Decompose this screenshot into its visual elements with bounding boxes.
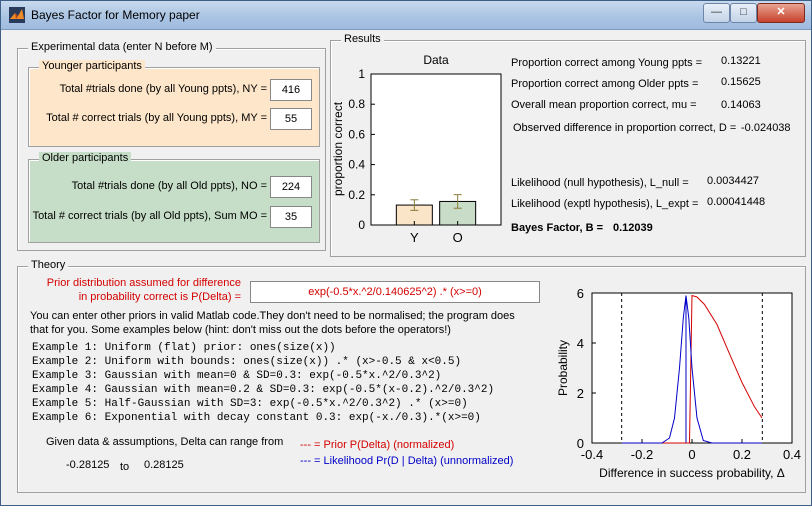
- bar-chart-axes-box: [370, 73, 502, 226]
- my-input[interactable]: 55: [270, 108, 312, 130]
- prior-expression-input[interactable]: exp(-0.5*x.^2/0.140625^2) .* (x>=0): [250, 281, 540, 303]
- bar-chart-ylabel: proportion correct: [331, 101, 345, 196]
- likelihood-expt-label: Likelihood (exptl hypothesis), L_expt =: [511, 198, 699, 210]
- bayes-factor-label: Bayes Factor, B =: [511, 222, 604, 234]
- observed-difference-value: -0.024038: [741, 122, 791, 134]
- older-proportion-value: 0.15625: [721, 76, 761, 88]
- experimental-data-title: Experimental data (enter N before M): [28, 41, 216, 53]
- plot-xtick-label: 0.4: [783, 447, 801, 462]
- likelihood-null-value: 0.0034427: [707, 175, 759, 187]
- theory-panel: Theory Prior distribution assumed for di…: [17, 259, 806, 493]
- older-participants-title: Older participants: [39, 152, 132, 164]
- plot-xtick-label: 0.2: [733, 447, 751, 462]
- maximize-button[interactable]: □: [730, 3, 757, 23]
- app-window: Bayes Factor for Memory paper — □ ✕ Expe…: [0, 0, 812, 506]
- bar-xtick-label: O: [453, 230, 463, 245]
- results-panel: Results Data proportion correct 0 0.2 0.4 0…: [330, 33, 806, 257]
- results-title: Results: [341, 33, 384, 45]
- example-3: Example 3: Gaussian with mean=0 & SD=0.3…: [32, 370, 442, 382]
- overall-mean-label: Overall mean proportion correct, mu =: [511, 99, 697, 111]
- example-6: Example 6: Exponential with decay consta…: [32, 412, 481, 424]
- range-to-label: to: [120, 461, 130, 473]
- range-min-value: -0.28125: [66, 459, 110, 471]
- older-proportion-label: Proportion correct among Older ppts =: [511, 78, 699, 90]
- plot-ylabel: Probability: [556, 340, 570, 396]
- younger-participants-title: Younger participants: [39, 60, 145, 72]
- bar-ytick-label: 0.6: [348, 127, 365, 141]
- probability-plot: 0246 -0.4 -0.2 0 0.2 0.4 Difference in succe…: [556, 286, 801, 480]
- example-1: Example 1: Uniform (flat) prior: ones(si…: [32, 342, 336, 354]
- bar-ytick-label: 0: [358, 218, 365, 232]
- title-bar: Bayes Factor for Memory paper — □ ✕: [1, 1, 811, 30]
- experimental-data-panel: Experimental data (enter N before M) You…: [17, 41, 326, 251]
- prior-label-line2: in probability correct is P(Delta) =: [78, 291, 241, 303]
- plot-ytick-label: 6: [577, 286, 584, 301]
- mo-label: Total # correct trials (by all Old ppts)…: [32, 210, 267, 222]
- no-label: Total #trials done (by all Old ppts), NO…: [71, 180, 267, 192]
- close-icon: ✕: [776, 6, 786, 18]
- likelihood-expt-value: 0.00041448: [707, 196, 766, 208]
- bayes-factor-value: 0.12039: [613, 222, 653, 234]
- help-line1: You can enter other priors in valid Matl…: [30, 310, 515, 322]
- ny-input[interactable]: 416: [270, 79, 312, 101]
- likelihood-null-label: Likelihood (null hypothesis), L_null =: [511, 177, 689, 189]
- bar-ytick-label: 0.8: [348, 97, 365, 111]
- plot-xtick-label: 0: [688, 447, 695, 462]
- range-max-value: 0.28125: [144, 459, 184, 471]
- data-bar-chart: Data proportion correct 0 0.2 0.4 0.6 0.8 1 Y…: [331, 53, 502, 245]
- ny-label: Total #trials done (by all Young ppts), …: [59, 83, 267, 95]
- bar-ytick-label: 0.2: [348, 188, 365, 202]
- prior-label-line1: Prior distribution assumed for differenc…: [46, 277, 241, 289]
- bar-ytick-label: 0.4: [348, 158, 365, 172]
- bar-chart-title: Data: [423, 53, 449, 67]
- matlab-icon: [9, 7, 25, 23]
- minimize-button[interactable]: —: [703, 3, 730, 23]
- example-5: Example 5: Half-Gaussian with SD=3: exp(…: [32, 398, 468, 410]
- plot-xlabel: Difference in success probability, Δ: [599, 466, 785, 480]
- bar-xtick-label: Y: [410, 230, 419, 245]
- younger-participants-panel: Younger participants Total #trials done …: [28, 60, 320, 147]
- young-proportion-label: Proportion correct among Young ppts =: [511, 57, 703, 69]
- plot-xtick-label: -0.2: [631, 447, 653, 462]
- young-proportion-value: 0.13221: [721, 55, 761, 67]
- range-label: Given data & assumptions, Delta can rang…: [46, 436, 284, 448]
- mo-input[interactable]: 35: [270, 206, 312, 228]
- overall-mean-value: 0.14063: [721, 99, 761, 111]
- legend-likelihood: --- = Likelihood Pr(D | Delta) (unnormal…: [300, 455, 514, 467]
- older-participants-panel: Older participants Total #trials done (b…: [28, 152, 320, 243]
- theory-title: Theory: [28, 259, 69, 271]
- close-button[interactable]: ✕: [757, 3, 805, 23]
- legend-prior: --- = Prior P(Delta) (normalized): [300, 439, 455, 451]
- plot-ytick-label: 2: [577, 386, 584, 401]
- no-input[interactable]: 224: [270, 176, 312, 198]
- help-line2: that for you. Some examples below (hint:…: [30, 324, 451, 336]
- observed-difference-label: Observed difference in proportion correc…: [513, 122, 737, 134]
- minimize-icon: —: [711, 6, 722, 18]
- window-title: Bayes Factor for Memory paper: [31, 8, 200, 22]
- plot-ytick-label: 4: [577, 336, 584, 351]
- example-2: Example 2: Uniform with bounds: ones(siz…: [32, 356, 462, 368]
- example-4: Example 4: Gaussian with mean=0.2 & SD=0…: [32, 384, 495, 396]
- my-label: Total # correct trials (by all Young ppt…: [46, 112, 267, 124]
- maximize-icon: □: [740, 6, 747, 18]
- plot-xtick-label: -0.4: [581, 447, 603, 462]
- bar-ytick-label: 1: [358, 67, 365, 81]
